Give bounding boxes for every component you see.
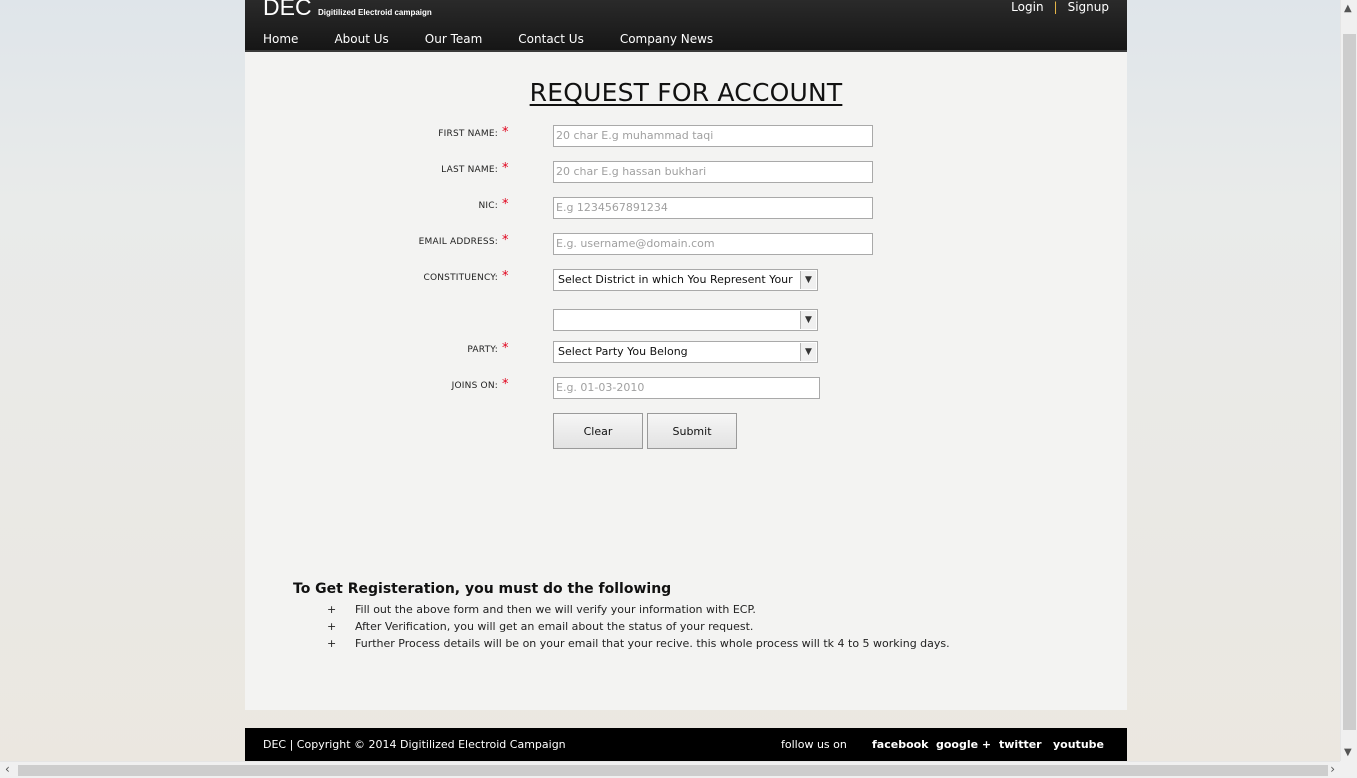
first-name-input[interactable]: 20 char E.g muhammad taqi — [553, 125, 873, 147]
nav-item-our-team[interactable]: Our Team — [425, 32, 483, 46]
required-marker: * — [502, 269, 509, 284]
chevron-down-icon[interactable]: ▼ — [800, 311, 816, 329]
last-name-input[interactable]: 20 char E.g hassan bukhari — [553, 161, 873, 183]
arrow-down-icon[interactable]: ▼ — [1344, 747, 1352, 758]
required-marker: * — [502, 161, 509, 176]
follow-us-label: follow us on — [781, 738, 847, 751]
sub-constituency-select[interactable]: ▼ — [553, 309, 818, 331]
instruction-text: Further Process details will be on your … — [355, 637, 950, 650]
arrow-right-icon[interactable]: › — [1330, 762, 1335, 776]
copyright-text: DEC | Copyright © 2014 Digitilized Elect… — [263, 738, 566, 751]
facebook-link[interactable]: facebook — [872, 738, 929, 751]
required-marker: * — [502, 125, 509, 140]
party-select[interactable]: Select Party You Belong ▼ — [553, 341, 818, 363]
header: DEC Digitilized Electroid campaign Login… — [245, 0, 1127, 52]
youtube-link[interactable]: youtube — [1053, 738, 1104, 751]
last-name-label: Last Name: — [441, 165, 498, 175]
horizontal-scroll-thumb[interactable] — [18, 765, 1328, 776]
instruction-text: After Verification, you will get an emai… — [355, 620, 754, 633]
vertical-scrollbar[interactable]: ▲ ▼ — [1340, 0, 1357, 761]
chevron-down-icon[interactable]: ▼ — [800, 343, 816, 361]
signup-link[interactable]: Signup — [1068, 0, 1109, 14]
auth-links: Login | Signup — [1011, 0, 1109, 14]
required-marker: * — [502, 233, 509, 248]
nic-label: NIC: — [478, 201, 498, 211]
party-selected: Select Party You Belong — [558, 345, 688, 358]
email-input[interactable]: E.g. username@domain.com — [553, 233, 873, 255]
horizontal-scrollbar[interactable]: ‹ › — [0, 761, 1340, 778]
clear-button[interactable]: Clear — [553, 413, 643, 449]
plus-bullet: + — [327, 637, 337, 650]
login-link[interactable]: Login — [1011, 0, 1043, 14]
constituency-select[interactable]: Select District in which You Represent Y… — [553, 269, 818, 291]
list-item: + Further Process details will be on your… — [327, 637, 950, 654]
brand-logo[interactable]: DEC — [263, 0, 312, 21]
joins-on-input[interactable]: E.g. 01-03-2010 — [553, 377, 820, 399]
nic-input[interactable]: E.g 1234567891234 — [553, 197, 873, 219]
instruction-text: Fill out the above form and then we will… — [355, 603, 756, 616]
chevron-down-icon[interactable]: ▼ — [800, 271, 816, 289]
main-nav: Home About Us Our Team Contact Us Compan… — [263, 32, 749, 46]
arrow-left-icon[interactable]: ‹ — [5, 762, 10, 776]
plus-bullet: + — [327, 603, 337, 616]
instructions-list: + Fill out the above form and then we wil… — [327, 603, 950, 654]
required-marker: * — [502, 377, 509, 392]
nav-item-contact-us[interactable]: Contact Us — [518, 32, 584, 46]
list-item: + Fill out the above form and then we wil… — [327, 603, 950, 620]
page-title: REQUEST FOR ACCOUNT — [529, 78, 843, 107]
submit-button[interactable]: Submit — [647, 413, 737, 449]
vertical-scroll-thumb[interactable] — [1343, 34, 1356, 730]
party-label: Party: — [467, 345, 498, 355]
google-plus-link[interactable]: google + — [936, 738, 991, 751]
instructions-title: To Get Registeration, you must do the fo… — [293, 581, 672, 597]
first-name-label: First Name: — [438, 129, 498, 139]
arrow-up-icon[interactable]: ▲ — [1344, 3, 1352, 14]
footer: DEC | Copyright © 2014 Digitilized Elect… — [245, 728, 1127, 761]
nav-item-company-news[interactable]: Company News — [620, 32, 713, 46]
nav-item-about-us[interactable]: About Us — [334, 32, 388, 46]
required-marker: * — [502, 197, 509, 212]
twitter-link[interactable]: twitter — [999, 738, 1042, 751]
brand-subtitle: Digitilized Electroid campaign — [318, 8, 432, 17]
auth-separator: | — [1053, 0, 1058, 14]
constituency-label: Constituency: — [423, 273, 498, 283]
list-item: + After Verification, you will get an ema… — [327, 620, 950, 637]
joins-on-label: Joins On: — [451, 381, 498, 391]
required-marker: * — [502, 341, 509, 356]
constituency-selected: Select District in which You Represent Y… — [558, 273, 793, 286]
plus-bullet: + — [327, 620, 337, 633]
email-label: Email Address: — [418, 237, 498, 247]
scrollbar-corner — [1340, 761, 1357, 778]
nav-item-home[interactable]: Home — [263, 32, 298, 46]
